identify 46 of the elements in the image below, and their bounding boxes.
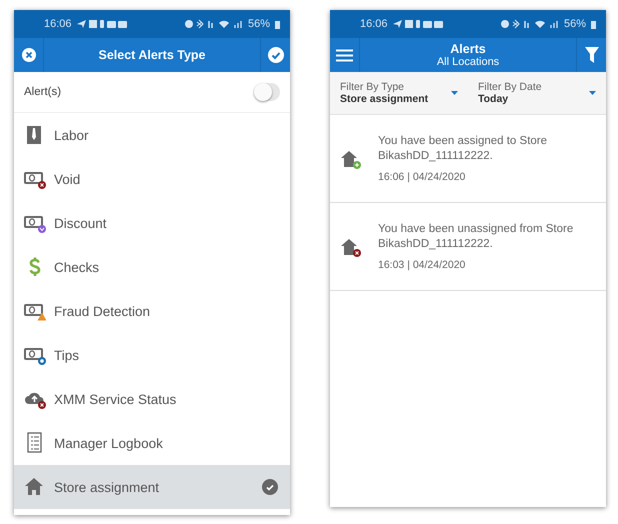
battery-percent: 56% [248,18,270,30]
screen-subtitle: All Locations [436,56,500,68]
menu-icon [336,48,353,62]
caret-icon [589,91,596,95]
notification-icons-drawing [76,19,129,29]
alert-message: You have been assigned to Store BikashDD_111112222. [378,134,548,164]
alert-type-label: XMM Service Status [54,392,178,406]
alert-type-label: Discount [54,216,108,230]
alert-type-item[interactable]: XMM Service Status [14,377,290,421]
check-icon [268,47,284,63]
filter-dropdown[interactable]: Filter By Type Store assignment [330,72,468,114]
battery-percent: 56% [564,18,586,30]
alert-time: 16:03 | 04/24/2020 [378,259,466,272]
system-icons-drawing [500,19,559,29]
alert-type-item[interactable]: Fraud Detection [14,289,290,333]
check-icon [262,479,278,495]
close-icon [22,48,36,62]
system-icons-drawing [184,19,243,29]
filter-dropdown[interactable]: Filter By Date Today [468,72,606,114]
alert-type-item[interactable]: Tips [14,333,290,377]
clock-time: 16:06 [360,18,388,30]
alert-type-item[interactable]: Store assignment [14,465,290,509]
caret-icon [451,91,458,95]
alert-type-item[interactable]: Void [14,157,290,201]
alert-type-item[interactable]: Manager Logbook [14,421,290,465]
alert-time: 16:06 | 04/24/2020 [378,171,466,184]
alerts-toggle[interactable] [254,83,280,101]
alert-type-label: Labor [54,128,90,142]
alert-type-label: Tips [54,348,80,362]
alert-type-label: Store assignment [54,480,160,494]
screen-title: Alerts [450,42,486,56]
alert-type-label: Manager Logbook [54,436,164,450]
alert-type-label: Checks [54,260,100,274]
alert-type-item[interactable]: Discount [14,201,290,245]
battery-icon [591,20,596,28]
alert-message: You have been unassigned from Store BikashDD_111112222. [378,222,574,252]
alert-type-item[interactable]: Labor [14,113,290,157]
alert-type-item[interactable]: Checks [14,245,290,289]
clock-time: 16:06 [44,18,72,30]
battery-icon [275,20,280,28]
screen-title: Select Alerts Type [98,48,206,62]
toggle-label: Alert(s) [24,86,62,98]
alert-type-label: Fraud Detection [54,304,152,318]
alert-type-label: Void [54,172,82,186]
filter-icon [584,47,598,63]
notification-icons-drawing [392,19,445,29]
